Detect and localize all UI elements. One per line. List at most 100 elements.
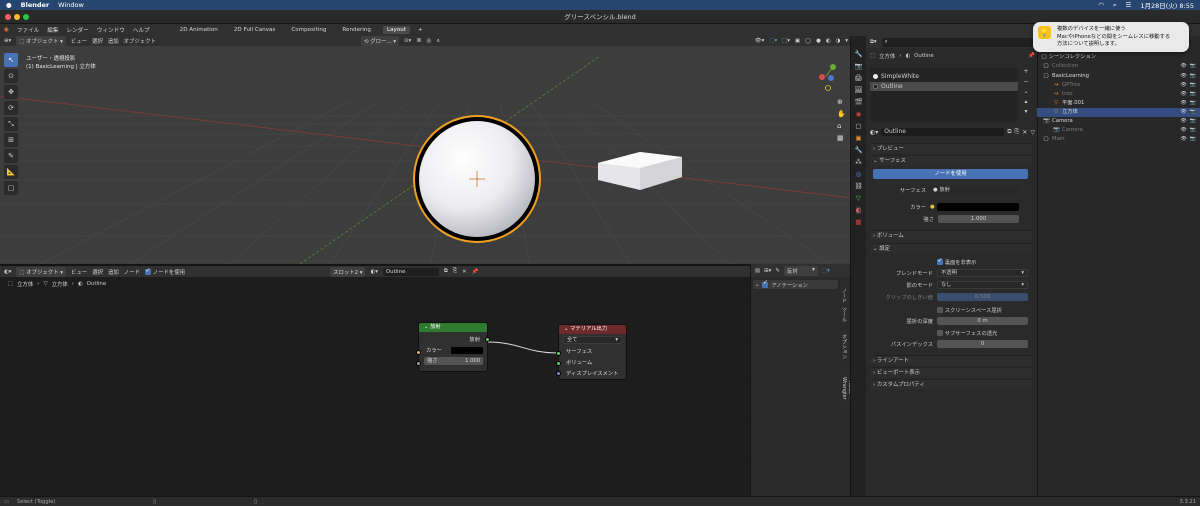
outliner-row[interactable]: 📷 Camera 👁 📷 — [1037, 117, 1200, 126]
clip-threshold-field[interactable]: 0.500 — [937, 293, 1028, 301]
strength-input-socket[interactable] — [416, 361, 421, 366]
outliner-row[interactable]: ▢ Collection 👁 📷 — [1037, 62, 1200, 71]
sidebar-layer-icon[interactable]: ⊞▾ — [764, 268, 771, 274]
remove-slot-icon[interactable]: − — [1021, 78, 1031, 85]
render-camera-icon[interactable]: 📷 — [1190, 99, 1196, 108]
shading-wireframe-icon[interactable]: ◯ — [805, 38, 811, 44]
constraints-tab-icon[interactable]: ⛓ — [854, 182, 862, 190]
render-camera-icon[interactable]: 📷 — [1190, 135, 1196, 144]
world-tab-icon[interactable]: ◉ — [856, 110, 862, 118]
object-menu[interactable]: オブジェクト — [124, 37, 156, 45]
pass-index-field[interactable]: 0 — [937, 340, 1028, 348]
menu-edit[interactable]: 編集 — [47, 26, 58, 34]
collection-tab-icon[interactable]: ▢ — [855, 122, 861, 130]
visibility-eye-icon[interactable]: 👁 — [1180, 126, 1186, 135]
tab-2d-full-canvas[interactable]: 2D Full Canvas — [230, 26, 280, 34]
properties-type-icon[interactable]: ⧉▾ — [870, 39, 877, 46]
section-surface[interactable]: ⌄ サーフェス — [870, 155, 1032, 165]
mac-app-name[interactable]: Blender — [21, 1, 50, 9]
backface-row[interactable]: 裏面を非表示 — [937, 257, 976, 266]
render-tab-icon[interactable]: 📷 — [854, 62, 862, 70]
visibility-eye-icon[interactable]: 👁 — [1180, 90, 1186, 99]
rotate-tool-icon[interactable]: ⟳ — [4, 101, 18, 115]
sidebar-overlay-icon[interactable]: ⬚▾ — [822, 268, 830, 274]
render-camera-icon[interactable]: 📷 — [1190, 108, 1196, 117]
section-custom-properties[interactable]: › カスタムプロパティ — [870, 379, 1032, 389]
annotation-panel-header[interactable]: ⌄アノテーション — [753, 279, 838, 289]
displacement-input-socket[interactable] — [556, 371, 561, 376]
slot-dropdown[interactable]: スロット2 ▾ — [330, 266, 366, 277]
node-select-menu[interactable]: 選択 — [92, 268, 103, 276]
fake-user-icon[interactable]: ⧉ — [1007, 128, 1011, 136]
tab-layout[interactable]: Layout — [383, 26, 411, 34]
output-target-dropdown[interactable]: 全て ▾ — [563, 336, 622, 344]
sss-row[interactable]: サブサーフェスの透光 — [937, 329, 997, 337]
add-workspace-button[interactable]: + — [418, 27, 423, 33]
outliner-row[interactable]: 📷 Camera 👁 📷 — [1037, 126, 1200, 135]
visibility-eye-icon[interactable]: 👁 — [1180, 81, 1186, 90]
visibility-eye-icon[interactable]: 👁 — [1180, 72, 1186, 81]
surface-input-socket[interactable] — [556, 351, 561, 356]
tab-2d-animation[interactable]: 2D Animation — [176, 26, 222, 34]
tab-rendering[interactable]: Rendering — [338, 26, 375, 34]
filter-icon[interactable]: ▽ — [1030, 129, 1035, 136]
output-node-header[interactable]: ⌄ マテリアル出力 — [559, 325, 626, 334]
menu-file[interactable]: ファイル — [17, 26, 39, 34]
ssr-row[interactable]: スクリーンスペース屈折 — [937, 306, 1002, 314]
gizmo-neg-icon[interactable] — [825, 85, 831, 91]
shading-material-icon[interactable]: ◐ — [826, 38, 831, 44]
overlay-icon[interactable]: ⬚▾ — [782, 38, 790, 44]
emission-output-socket[interactable] — [485, 337, 490, 342]
output-tab-icon[interactable]: 🖨 — [854, 74, 862, 82]
material-browse-icon[interactable]: ◐▾ — [370, 269, 377, 275]
material-id-field[interactable]: Outline — [881, 128, 1005, 136]
blender-logo-icon[interactable]: ◉ — [4, 27, 9, 33]
select-menu[interactable]: 選択 — [92, 37, 103, 45]
slot-menu-icon[interactable]: ⌄ — [1021, 88, 1031, 95]
surface-shader-field[interactable]: ● 放射 — [930, 186, 1019, 194]
view-menu[interactable]: ビュー — [71, 37, 87, 45]
render-camera-icon[interactable]: 📷 — [1190, 72, 1196, 81]
close-icon[interactable] — [5, 14, 11, 20]
sidebar-draw-icon[interactable]: ✎ — [775, 268, 780, 274]
render-camera-icon[interactable]: 📷 — [1190, 62, 1196, 71]
maximize-icon[interactable] — [23, 14, 29, 20]
fake-user-icon[interactable]: ⧉ — [444, 268, 448, 275]
menu-help[interactable]: ヘルプ — [133, 26, 150, 34]
node-add-menu[interactable]: 追加 — [108, 268, 119, 276]
scale-tool-icon[interactable]: ⤡ — [4, 117, 18, 131]
outliner-scene-collection[interactable]: ▢ シーンコレクション — [1037, 53, 1200, 62]
move-slot-down-icon[interactable]: ▾ — [1021, 108, 1031, 115]
outliner-row[interactable]: ▽ 平面.001 👁 📷 — [1037, 99, 1200, 108]
sidebar-view-icon[interactable]: ▤ — [755, 268, 760, 274]
move-tool-icon[interactable]: ✥ — [4, 85, 18, 99]
xray-icon[interactable]: ▣ — [795, 38, 800, 44]
material-slot-list[interactable]: SimpleWhite Outline — [870, 68, 1018, 122]
node-canvas[interactable]: ⌄ 放射 放射 カラー 強さ 1.000 ⌄ マテリアル出力 全て ▾ サーフェス … — [0, 290, 850, 495]
node-menu[interactable]: ノード — [124, 268, 140, 276]
outliner-row[interactable]: ▽ 立方体 👁 📷 — [1037, 108, 1200, 117]
pin-icon[interactable]: 📌 — [472, 269, 479, 275]
menu-window[interactable]: ウィンドウ — [97, 26, 125, 34]
mac-window-menu[interactable]: Window — [58, 1, 84, 9]
duplicate-material-icon[interactable]: ⎘ — [453, 268, 457, 275]
transform-tool-icon[interactable]: ⊞ — [4, 133, 18, 147]
outliner-row[interactable]: ▢ BasicLearning 👁 📷 — [1037, 72, 1200, 81]
zoom-icon[interactable]: ⊕ — [837, 98, 846, 106]
measure-tool-icon[interactable]: 📐 — [4, 165, 18, 179]
color-swatch[interactable] — [936, 203, 1019, 211]
ortho-toggle-icon[interactable]: ▦ — [837, 134, 846, 142]
shading-options-icon[interactable]: ▾ — [845, 38, 848, 44]
slot-item-outline[interactable]: Outline — [870, 82, 1018, 91]
modifier-tab-icon[interactable]: 🔧 — [854, 146, 862, 154]
material-name-field[interactable]: Outline — [382, 267, 439, 276]
annotate-tool-icon[interactable]: ✎ — [4, 149, 18, 163]
properties-search[interactable]: ⌕ — [881, 37, 1033, 47]
section-settings[interactable]: ⌄ 設定 — [870, 243, 1032, 253]
pin-icon[interactable]: 📌 — [1028, 53, 1035, 59]
transform-orientation-dropdown[interactable]: ⟲ グロー... ▾ — [360, 36, 399, 46]
notification-banner[interactable]: 💡 複数のデバイスを一緒に使う MacやiPhoneなどの間をシームレスに移動す… — [1033, 22, 1189, 52]
tab-tool[interactable]: ツール — [840, 304, 849, 324]
unlink-material-icon[interactable]: ✕ — [1022, 129, 1027, 136]
emission-node[interactable]: ⌄ 放射 放射 カラー 強さ 1.000 — [416, 322, 490, 372]
